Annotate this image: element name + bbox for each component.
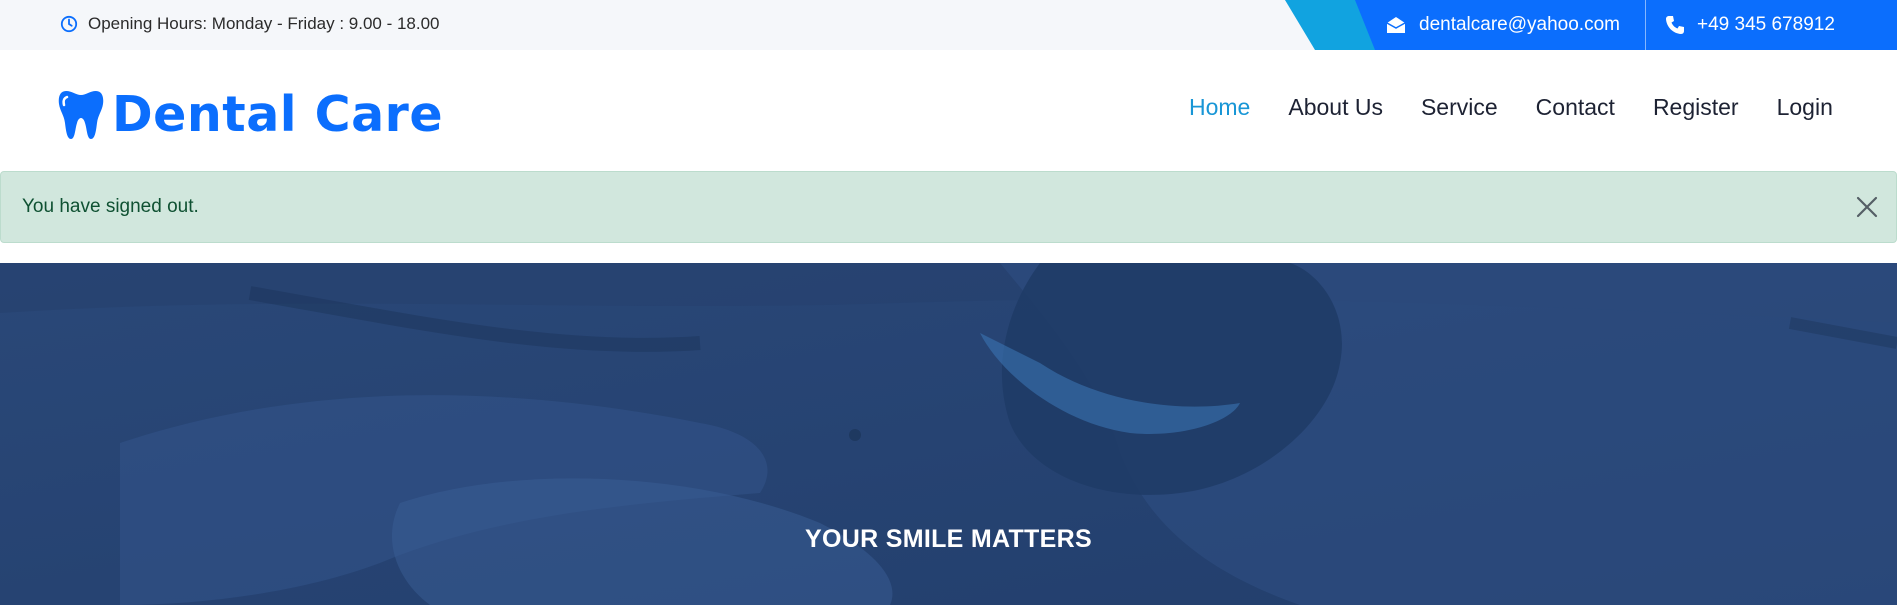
- opening-hours-text: Opening Hours: Monday - Friday : 9.00 - …: [88, 14, 440, 33]
- close-icon[interactable]: [1855, 195, 1879, 219]
- envelope-open-icon: [1386, 17, 1406, 33]
- tooth-icon: [58, 90, 104, 139]
- nav-register[interactable]: Register: [1653, 94, 1739, 121]
- clock-icon: [60, 15, 78, 33]
- email-text[interactable]: dentalcare@yahoo.com: [1419, 14, 1620, 36]
- signout-alert: You have signed out.: [0, 171, 1897, 243]
- hero-kicker: YOUR SMILE MATTERS: [805, 525, 1092, 553]
- phone-text[interactable]: +49 345 678912: [1697, 14, 1835, 36]
- contact-divider: [1645, 0, 1646, 50]
- nav-home[interactable]: Home: [1189, 94, 1250, 121]
- nav-login[interactable]: Login: [1777, 94, 1833, 121]
- phone-icon: [1666, 16, 1684, 34]
- nav-about-us[interactable]: About Us: [1288, 94, 1383, 121]
- phone-link[interactable]: +49 345 678912: [1665, 0, 1835, 50]
- opening-hours: Opening Hours: Monday - Friday : 9.00 - …: [60, 0, 440, 48]
- brand-name[interactable]: Dental Care: [112, 86, 443, 143]
- main-menu: Home About Us Service Contact Register L…: [1189, 94, 1833, 121]
- email-link[interactable]: dentalcare@yahoo.com: [1385, 0, 1620, 50]
- brand-logo[interactable]: Dental Care: [58, 86, 443, 143]
- hero-heading-partial: [0, 585, 1897, 605]
- hero-banner: YOUR SMILE MATTERS: [0, 263, 1897, 605]
- nav-contact[interactable]: Contact: [1536, 94, 1615, 121]
- alert-message: You have signed out.: [22, 196, 199, 217]
- nav-service[interactable]: Service: [1421, 94, 1498, 121]
